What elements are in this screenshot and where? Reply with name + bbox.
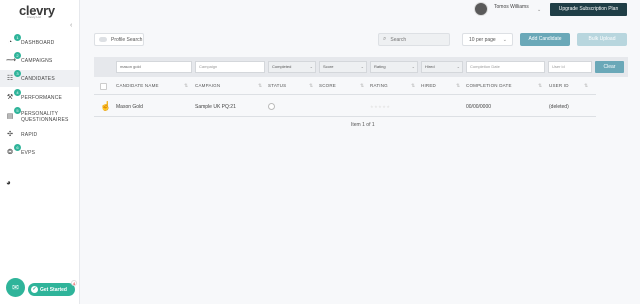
cell-campaign: Sample UK PQ:21 xyxy=(195,104,236,110)
chevron-down-icon[interactable]: ⌄ xyxy=(537,7,541,13)
hired-filter-value: Hired xyxy=(425,64,435,69)
get-started-badge: 4 xyxy=(71,280,77,286)
sidebar-item-label: EVPS xyxy=(21,149,36,156)
column-header-rating[interactable]: RATING xyxy=(370,83,388,88)
hand-cursor-icon: ☝ xyxy=(100,101,112,111)
app-root: clevry Clevry Ltd ‹ ◔ 1 DASHBOARD ⟿ 2 CA… xyxy=(0,0,640,304)
get-started-button[interactable]: ✓ Get Started 4 xyxy=(28,280,77,296)
sidebar-item-campaigns[interactable]: ⟿ 2 CAMPAIGNS xyxy=(0,52,79,69)
chevron-down-icon: ⌄ xyxy=(360,64,364,69)
cell-user-id: (deleted) xyxy=(549,104,569,110)
column-header-campaign[interactable]: CAMPAIGN xyxy=(195,83,220,88)
rating-stars[interactable]: ★★★★★ xyxy=(370,104,390,109)
nav-badge: 5 xyxy=(14,107,21,114)
check-icon: ✓ xyxy=(31,286,38,293)
status-filter-select[interactable]: Completed ⌄ xyxy=(268,61,316,73)
sidebar: clevry Clevry Ltd ‹ ◔ 1 DASHBOARD ⟿ 2 CA… xyxy=(0,0,80,304)
toolbar: Profile Search ⌕ 10 per page ⌄ Add Candi… xyxy=(80,31,640,48)
rapid-icon: ✣ xyxy=(7,130,13,138)
user-id-filter-input[interactable]: User id xyxy=(548,61,592,73)
topbar: Tomos Williams ⌄ Upgrade Subscription Pl… xyxy=(80,0,640,20)
score-filter-value: Score xyxy=(323,64,334,69)
chevron-down-icon: ⌄ xyxy=(502,36,507,43)
column-header-completion-date[interactable]: COMPLETION DATE xyxy=(466,83,512,88)
sidebar-item-label: CAMPAIGNS xyxy=(21,57,53,64)
column-header-score[interactable]: SCORE xyxy=(319,83,336,88)
cell-completion-date: 00/00/0000 xyxy=(466,104,492,110)
sort-icon[interactable]: ⇅ xyxy=(584,83,588,89)
nav-badge: 6 xyxy=(14,144,21,151)
table-header: CANDIDATE NAME ⇅ CAMPAIGN ⇅ STATUS ⇅ SCO… xyxy=(94,79,596,95)
sidebar-item-label: DASHBOARD xyxy=(21,39,55,46)
sort-icon[interactable]: ⇅ xyxy=(309,83,313,89)
sidebar-item-evps[interactable]: ❂ 6 EVPS xyxy=(0,144,79,161)
toggle-switch[interactable] xyxy=(99,37,107,42)
rating-filter-select[interactable]: Rating ⌄ xyxy=(370,61,418,73)
column-header-candidate-name[interactable]: CANDIDATE NAME xyxy=(116,83,159,88)
dashboard-icon: ◔ xyxy=(7,38,13,46)
sidebar-item-candidates[interactable]: ☷ 3 CANDIDATES xyxy=(0,70,79,87)
sidebar-item-rapid[interactable]: ✣ RAPID xyxy=(0,126,79,143)
cell-candidate-name[interactable]: Mason Gold xyxy=(116,104,143,110)
clear-filters-button[interactable]: Clear xyxy=(595,61,624,73)
name-filter-input[interactable]: mason gold xyxy=(116,61,192,73)
nav-badge: 2 xyxy=(14,52,21,59)
per-page-value: 10 per page xyxy=(469,36,496,43)
sidebar-item-performance[interactable]: ⚒ 4 PERFORMANCE xyxy=(0,89,79,106)
add-candidate-button[interactable]: Add Candidate xyxy=(520,33,570,46)
status-indicator xyxy=(268,103,275,110)
chat-icon[interactable]: ✉ xyxy=(6,278,25,297)
user-name[interactable]: Tomos Williams xyxy=(494,4,529,10)
sidebar-item-dashboard[interactable]: ◔ 1 DASHBOARD xyxy=(0,34,79,51)
chevron-down-icon: ⌄ xyxy=(309,64,313,69)
sort-icon[interactable]: ⇅ xyxy=(456,83,460,89)
paging-info: Item 1 of 1 xyxy=(351,122,375,128)
sidebar-item-label: PERFORMANCE xyxy=(21,94,63,101)
chevron-down-icon: ⌄ xyxy=(411,64,415,69)
nav-badge: 1 xyxy=(14,34,21,41)
sidebar-item-label: RAPID xyxy=(21,131,38,138)
sort-icon[interactable]: ⇅ xyxy=(411,83,415,89)
column-header-user-id[interactable]: USER ID xyxy=(549,83,569,88)
nav-badge: 3 xyxy=(14,70,21,77)
profile-search-toggle[interactable]: Profile Search xyxy=(94,33,144,46)
upgrade-subscription-button[interactable]: Upgrade Subscription Plan xyxy=(550,3,627,16)
score-filter-select[interactable]: Score ⌄ xyxy=(319,61,367,73)
sort-icon[interactable]: ⇅ xyxy=(360,83,364,89)
nav-badge: 4 xyxy=(14,89,21,96)
column-header-status[interactable]: STATUS xyxy=(268,83,286,88)
select-all-checkbox[interactable] xyxy=(100,83,107,90)
rating-filter-value: Rating xyxy=(374,64,386,69)
bulk-upload-button[interactable]: Bulk Upload xyxy=(577,33,627,46)
chevron-down-icon: ⌄ xyxy=(456,64,460,69)
get-started-label: Get Started xyxy=(40,286,67,293)
sidebar-item-label: CANDIDATES xyxy=(21,75,55,82)
candidates-icon: ☷ xyxy=(6,74,14,82)
sidebar-item-label: PERSONALITY QUESTIONNAIRES xyxy=(21,111,69,123)
filter-row: mason gold Campaign Completed ⌄ Score ⌄ … xyxy=(94,57,628,77)
help-bubble-icon[interactable]: ◕ xyxy=(6,178,11,187)
campaign-filter-input[interactable]: Campaign xyxy=(195,61,265,73)
status-filter-value: Completed xyxy=(272,64,292,69)
completion-date-filter-input[interactable]: Completion Date xyxy=(466,61,545,73)
table-row[interactable]: ☝ Mason Gold Sample UK PQ:21 ★★★★★ 00/00… xyxy=(94,97,596,117)
sort-icon[interactable]: ⇅ xyxy=(184,83,188,89)
evps-icon: ❂ xyxy=(7,148,13,156)
sort-icon[interactable]: ⇅ xyxy=(538,83,542,89)
logo-tagline: Clevry Ltd xyxy=(27,15,41,19)
sort-icon[interactable]: ⇅ xyxy=(258,83,262,89)
search-input[interactable] xyxy=(390,36,446,43)
collapse-sidebar-icon[interactable]: ‹ xyxy=(70,22,72,29)
hired-filter-select[interactable]: Hired ⌄ xyxy=(421,61,463,73)
questionnaire-icon: ▤ xyxy=(6,113,14,120)
search-icon: ⌕ xyxy=(383,36,387,42)
avatar[interactable] xyxy=(474,2,488,16)
campaigns-icon: ⟿ xyxy=(6,56,17,64)
search-box[interactable]: ⌕ xyxy=(378,33,450,46)
performance-icon: ⚒ xyxy=(6,93,14,101)
column-header-hired[interactable]: HIRED xyxy=(421,83,436,88)
profile-search-label: Profile Search xyxy=(111,36,143,43)
per-page-select[interactable]: 10 per page ⌄ xyxy=(462,33,513,46)
sidebar-item-personality-questionnaires[interactable]: ▤ 5 PERSONALITY QUESTIONNAIRES xyxy=(0,107,79,127)
